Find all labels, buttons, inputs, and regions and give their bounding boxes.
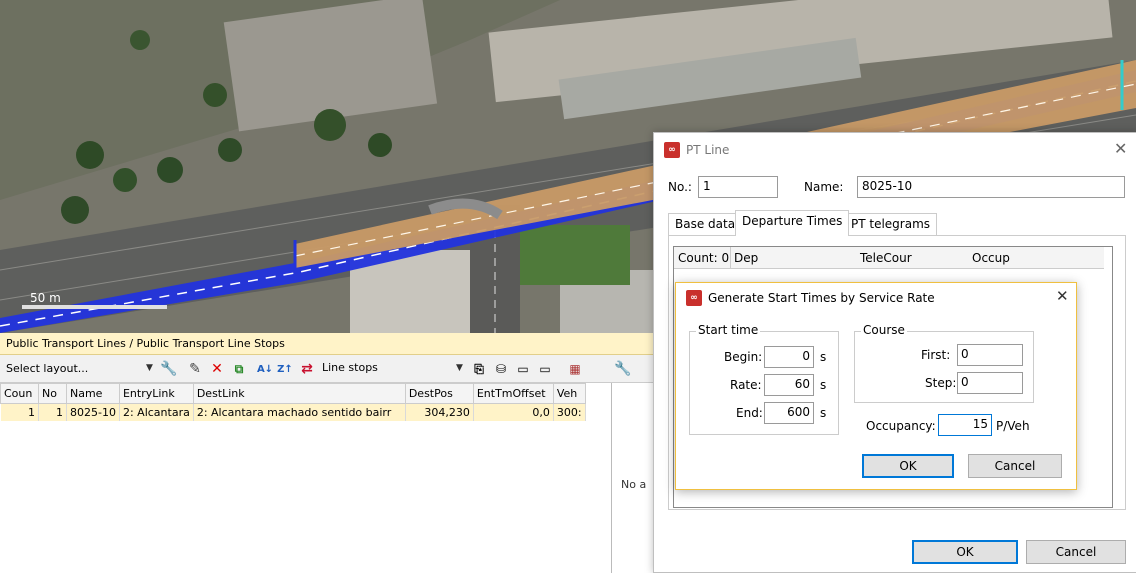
column-header[interactable]: Dep: [734, 251, 758, 265]
cell-dest-pos[interactable]: 304,230: [405, 403, 474, 421]
name-field[interactable]: 8025-10: [857, 176, 1125, 198]
begin-label: Begin:: [724, 350, 763, 364]
column-header[interactable]: EntTmOffset: [472, 383, 554, 404]
save-as-icon[interactable]: ▭: [536, 360, 554, 378]
start-time-group: Start time Begin: 0 s Rate: 60 s End: 60…: [689, 323, 839, 435]
generate-start-times-dialog: ∞ Generate Start Times by Service Rate ✕…: [675, 282, 1077, 490]
dialog-title: Generate Start Times by Service Rate: [708, 291, 935, 305]
ok-button[interactable]: OK: [862, 454, 954, 478]
app-icon: ∞: [686, 290, 702, 306]
scale-bar: [22, 305, 167, 309]
cell-dest-link[interactable]: 2: Alcantara machado sentido bairr: [193, 403, 406, 421]
column-header[interactable]: DestLink: [192, 383, 406, 404]
column-header[interactable]: EntryLink: [118, 383, 194, 404]
sync-lists-icon[interactable]: ⇄: [298, 360, 316, 378]
cell-entry-link[interactable]: 2: Alcantara: [119, 403, 194, 421]
attributes-icon[interactable]: ▦: [566, 360, 584, 378]
list-toolbar: Select layout... ▼ 🔧 ✎ ✕ ⧉ A↓ Z↑ ⇄ Line …: [0, 355, 660, 383]
column-header[interactable]: Count: 0: [678, 251, 729, 265]
list-window-title: Public Transport Lines / Public Transpor…: [0, 333, 660, 355]
cancel-button[interactable]: Cancel: [968, 454, 1062, 478]
occupancy-field[interactable]: 15: [938, 414, 992, 436]
close-icon[interactable]: ✕: [1114, 139, 1127, 158]
column-header[interactable]: Name: [66, 383, 120, 404]
database-icon[interactable]: ⛁: [492, 360, 510, 378]
table-header-row: Coun No Name EntryLink DestLink DestPos …: [0, 383, 586, 404]
no-label: No.:: [668, 180, 692, 194]
cell-name[interactable]: 8025-10: [66, 403, 120, 421]
rate-label: Rate:: [730, 378, 762, 392]
first-label: First:: [921, 348, 951, 362]
cell-count[interactable]: 1: [0, 403, 39, 421]
end-field[interactable]: 600: [764, 402, 814, 424]
cell-no[interactable]: 1: [38, 403, 67, 421]
column-header[interactable]: DestPos: [404, 383, 474, 404]
wrench-icon-2[interactable]: 🔧: [614, 360, 632, 378]
step-field[interactable]: 0: [957, 372, 1023, 394]
end-label: End:: [736, 406, 763, 420]
tab-departure-times[interactable]: Departure Times: [735, 210, 850, 236]
table-row[interactable]: 1 1 8025-10 2: Alcantara 2: Alcantara ma…: [0, 403, 586, 421]
name-label: Name:: [804, 180, 844, 194]
scale-label: 50 m: [30, 291, 61, 305]
line-stops-dropdown-icon[interactable]: ▼: [456, 363, 463, 373]
no-field[interactable]: 1: [698, 176, 778, 198]
cancel-button[interactable]: Cancel: [1026, 540, 1126, 564]
column-header[interactable]: TeleCour: [860, 251, 912, 265]
wrench-icon[interactable]: 🔧: [160, 360, 178, 378]
column-header[interactable]: Veh: [552, 383, 586, 404]
tab-base-data[interactable]: Base data: [668, 213, 743, 235]
pt-lines-table: Coun No Name EntryLink DestLink DestPos …: [0, 383, 586, 421]
pencil-icon[interactable]: ✎: [186, 360, 204, 378]
first-field[interactable]: 0: [957, 344, 1023, 366]
pt-lines-grid: Coun No Name EntryLink DestLink DestPos …: [0, 383, 612, 573]
sort-descending-icon[interactable]: Z↑: [276, 360, 294, 378]
duplicate-icon[interactable]: ⧉: [230, 360, 248, 378]
app-icon: ∞: [664, 142, 680, 158]
column-header[interactable]: Coun: [0, 383, 39, 404]
close-icon[interactable]: ✕: [1056, 287, 1069, 305]
ok-button[interactable]: OK: [912, 540, 1018, 564]
begin-field[interactable]: 0: [764, 346, 814, 368]
line-stops-select[interactable]: Line stops: [322, 361, 378, 374]
empty-pane-text: No a: [621, 478, 647, 491]
delete-icon[interactable]: ✕: [208, 360, 226, 378]
cell-veh[interactable]: 300:: [553, 403, 586, 421]
layout-dropdown-icon[interactable]: ▼: [146, 363, 153, 373]
unit-label: s: [820, 406, 827, 420]
copy-icon[interactable]: ⎘: [470, 360, 488, 378]
layout-select[interactable]: Select layout...: [4, 360, 154, 378]
dialog-title: PT Line: [686, 143, 730, 157]
course-group-title: Course: [861, 323, 907, 337]
departure-grid-header: Count: 0 Dep TeleCour Occup: [674, 247, 1104, 269]
cell-ent-tm-offset[interactable]: 0,0: [473, 403, 554, 421]
start-time-group-title: Start time: [696, 323, 761, 337]
column-header[interactable]: Occup: [972, 251, 1010, 265]
occupancy-unit: P/Veh: [996, 419, 1030, 433]
column-header[interactable]: No: [38, 383, 67, 404]
occupancy-label: Occupancy:: [866, 419, 936, 433]
step-label: Step:: [925, 376, 957, 390]
course-group: Course First: 0 Step: 0: [854, 323, 1034, 403]
unit-label: s: [820, 350, 827, 364]
tab-pt-telegrams[interactable]: PT telegrams: [844, 213, 938, 235]
sort-ascending-icon[interactable]: A↓: [256, 360, 274, 378]
unit-label: s: [820, 378, 827, 392]
rate-field[interactable]: 60: [764, 374, 814, 396]
save-icon[interactable]: ▭: [514, 360, 532, 378]
